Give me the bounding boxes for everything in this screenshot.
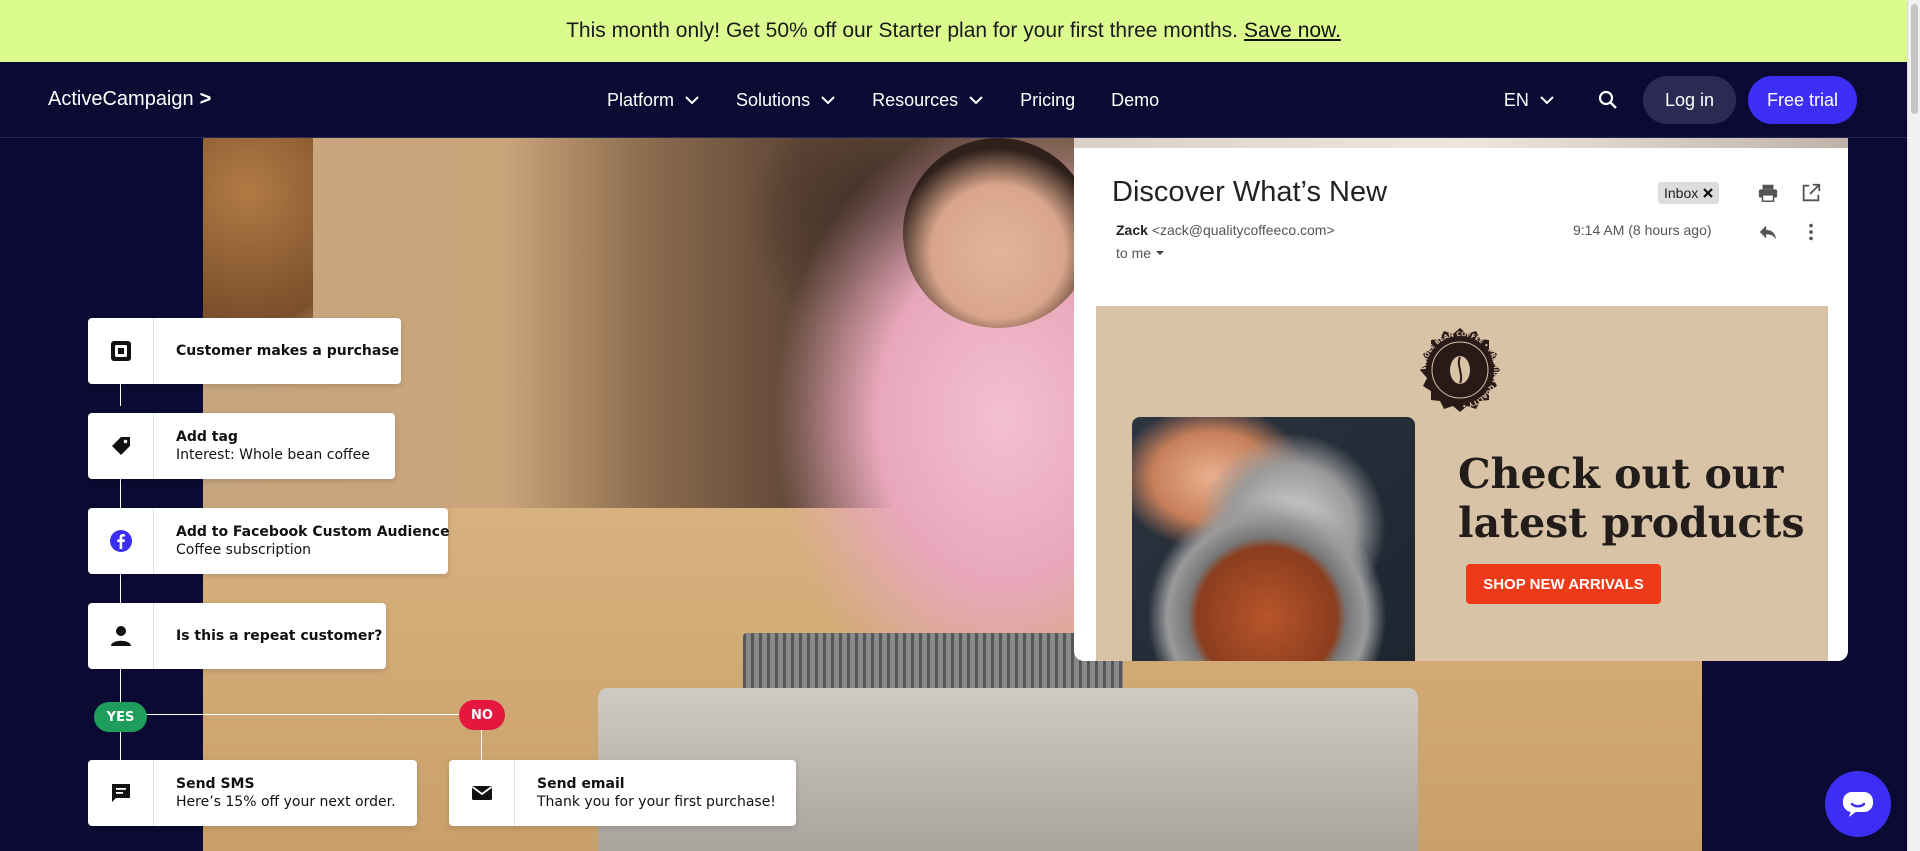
step-title: Is this a repeat customer? <box>176 628 383 644</box>
step-title: Customer makes a purchase <box>176 343 400 359</box>
facebook-icon <box>88 508 154 574</box>
chat-bubble-icon <box>1843 792 1873 817</box>
caret-down-icon <box>1156 251 1165 255</box>
reply-button[interactable] <box>1755 219 1781 245</box>
nav-item-label: Platform <box>607 89 675 110</box>
main-navigation: ActiveCampaign > Platform Solutions Reso… <box>0 62 1907 138</box>
open-in-new-window-button[interactable] <box>1798 180 1824 206</box>
workflow-step-repeat-customer[interactable]: Is this a repeat customer? <box>88 603 386 669</box>
workflow-step-text: Send email Thank you for your first purc… <box>515 760 798 826</box>
headline-line-1: Check out our <box>1458 450 1784 498</box>
chevron-down-icon <box>1540 96 1554 105</box>
inbox-label[interactable]: Inbox <box>1658 182 1720 204</box>
logo-mark: > <box>199 88 212 110</box>
workflow-step-text: Customer makes a purchase <box>154 318 421 384</box>
more-vertical-icon <box>1809 223 1813 241</box>
activecampaign-logo[interactable]: ActiveCampaign > <box>48 88 211 111</box>
headline-line-2: latest products <box>1458 499 1805 547</box>
chat-launcher-button[interactable] <box>1825 771 1891 837</box>
nav-item-solutions[interactable]: Solutions <box>736 90 836 111</box>
sender-address: <zack@qualitycoffeeco.com> <box>1151 222 1335 238</box>
step-title: Send email <box>537 776 625 792</box>
reply-icon <box>1759 225 1777 240</box>
close-icon[interactable] <box>1703 188 1714 198</box>
nav-item-label: Resources <box>872 89 959 110</box>
email-promo-body: WHOLE BEAN COFFEE • PREMIUM QUALITY • Ch… <box>1096 306 1828 661</box>
workflow-step-text: Is this a repeat customer? <box>154 603 404 669</box>
step-subtitle: Thank you for your first purchase! <box>537 794 776 810</box>
sender-name: Zack <box>1116 222 1148 238</box>
email-sender: Zack <zack@qualitycoffeeco.com> <box>1116 222 1335 238</box>
promo-text: This month only! Get 50% off our Starter… <box>566 19 1238 42</box>
language-selector[interactable]: EN <box>1504 90 1555 111</box>
search-button[interactable] <box>1589 81 1627 119</box>
email-preview-card: Discover What’s New Inbox Zack <zack@qua… <box>1074 138 1848 661</box>
print-button[interactable] <box>1755 180 1781 206</box>
chevron-down-icon <box>969 96 983 105</box>
step-title: Send SMS <box>176 776 255 792</box>
inbox-label-text: Inbox <box>1664 185 1699 201</box>
recipient-label: to me <box>1116 245 1152 261</box>
login-button[interactable]: Log in <box>1642 76 1736 124</box>
nav-menu: Platform Solutions Resources Pricing Dem… <box>607 62 1159 138</box>
email-subject: Discover What’s New <box>1112 176 1388 208</box>
page-scrollbar[interactable] <box>1907 0 1920 851</box>
workflow-step-purchase[interactable]: Customer makes a purchase <box>88 318 401 384</box>
external-link-icon <box>1802 183 1821 202</box>
step-title: Add tag <box>176 429 238 445</box>
workflow-step-text: Send SMS Here’s 15% off your next order. <box>154 760 418 826</box>
nav-actions: EN Log in Free trial <box>1504 62 1857 138</box>
chat-message-icon <box>88 760 154 826</box>
person-icon <box>88 603 154 669</box>
workflow-step-facebook-audience[interactable]: Add to Facebook Custom Audience Coffee s… <box>88 508 450 574</box>
promo-banner: This month only! Get 50% off our Starter… <box>0 0 1907 62</box>
email-timestamp: 9:14 AM (8 hours ago) <box>1573 222 1712 238</box>
no-branch-badge: NO <box>459 700 505 730</box>
free-trial-button[interactable]: Free trial <box>1747 76 1857 124</box>
nav-item-demo[interactable]: Demo <box>1111 90 1159 111</box>
step-title: Add to Facebook Custom Audience <box>176 524 450 540</box>
envelope-icon <box>449 760 515 826</box>
nav-item-resources[interactable]: Resources <box>872 90 984 111</box>
logo-text: ActiveCampaign <box>48 88 194 110</box>
promo-headline: Check out our latest products <box>1458 450 1805 548</box>
workflow-connector <box>120 478 121 508</box>
workflow-connector <box>120 714 481 715</box>
workflow-connector <box>120 384 121 406</box>
step-subtitle: Here’s 15% off your next order. <box>176 794 396 810</box>
step-subtitle: Coffee subscription <box>176 542 312 558</box>
workflow-step-send-email[interactable]: Send email Thank you for your first purc… <box>449 760 796 826</box>
shop-new-arrivals-button[interactable]: SHOP NEW ARRIVALS <box>1466 564 1661 604</box>
save-now-link[interactable]: Save now. <box>1244 19 1341 43</box>
language-label: EN <box>1503 89 1529 110</box>
coffee-tamping-image <box>1132 417 1415 661</box>
email-top-strip <box>1074 138 1848 148</box>
search-icon <box>1598 90 1617 109</box>
workflow-step-add-tag[interactable]: Add tag Interest: Whole bean coffee <box>88 413 395 479</box>
more-options-button[interactable] <box>1798 219 1824 245</box>
premium-quality-seal: WHOLE BEAN COFFEE • PREMIUM QUALITY • <box>1420 328 1500 412</box>
square-logo-icon <box>88 318 154 384</box>
recipient-toggle[interactable]: to me <box>1116 245 1165 261</box>
step-subtitle: Interest: Whole bean coffee <box>176 447 370 463</box>
nav-item-label: Pricing <box>1020 89 1076 110</box>
yes-branch-badge: YES <box>94 702 147 732</box>
nav-item-label: Demo <box>1111 89 1160 110</box>
printer-icon <box>1758 184 1778 202</box>
chevron-down-icon <box>685 96 699 105</box>
workflow-step-send-sms[interactable]: Send SMS Here’s 15% off your next order. <box>88 760 417 826</box>
nav-item-pricing[interactable]: Pricing <box>1020 90 1075 111</box>
nav-item-platform[interactable]: Platform <box>607 90 700 111</box>
nav-item-label: Solutions <box>736 89 811 110</box>
workflow-step-text: Add tag Interest: Whole bean coffee <box>154 413 392 479</box>
chevron-down-icon <box>821 96 835 105</box>
tag-icon <box>88 413 154 479</box>
workflow-step-text: Add to Facebook Custom Audience Coffee s… <box>154 508 472 574</box>
barista-head <box>903 138 1093 328</box>
scrollbar-thumb[interactable] <box>1911 4 1918 114</box>
workflow-connector <box>120 573 121 603</box>
